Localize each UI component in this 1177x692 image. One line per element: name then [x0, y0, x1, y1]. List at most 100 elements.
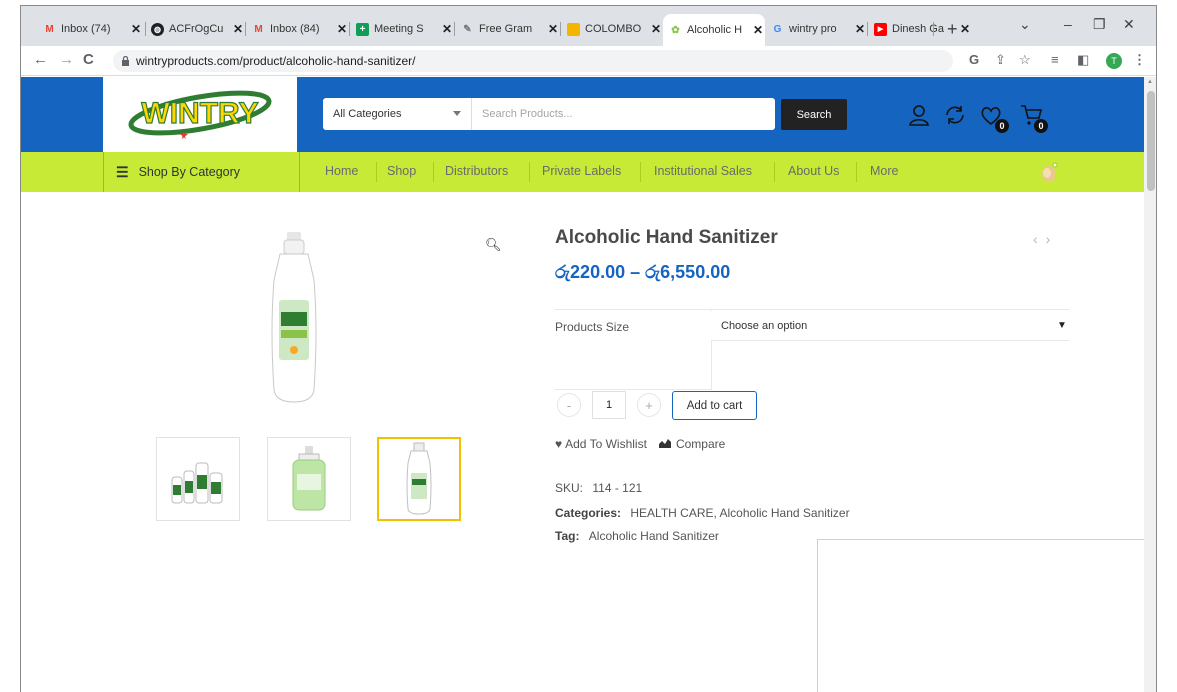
product-prev-next[interactable]: ‹›	[1033, 231, 1058, 247]
site-logo[interactable]: WINTRY	[103, 77, 297, 152]
close-icon[interactable]: ✕	[958, 22, 972, 36]
product-thumbnail-active[interactable]	[377, 437, 461, 521]
menu-icon[interactable]: ⋮	[1133, 52, 1146, 68]
site-header: WINTRY All Categories Search 0 0	[21, 77, 1144, 152]
youtube-icon: ▶	[874, 22, 887, 36]
compare-chart-icon	[658, 437, 671, 451]
hand-wash-icon	[1042, 162, 1058, 182]
pen-icon: ✎	[463, 23, 472, 35]
browser-tab[interactable]: M Inbox (84) ✕	[246, 18, 349, 40]
folder-icon	[567, 22, 580, 36]
svg-text:WINTRY: WINTRY	[141, 97, 258, 130]
nav-home[interactable]: Home	[325, 164, 358, 178]
nav-private-labels[interactable]: Private Labels	[542, 164, 621, 178]
quantity-decrease-button[interactable]: -	[557, 393, 581, 417]
browser-tab-active[interactable]: ✿ Alcoholic H ✕	[663, 14, 765, 46]
tab-strip: M Inbox (74) ✕ ◍ ACFrOgCu ✕ M Inbox (84)…	[21, 6, 1156, 46]
quantity-input[interactable]	[592, 391, 626, 419]
restore-button[interactable]: ❐	[1093, 16, 1106, 33]
browser-tab[interactable]: G wintry pro ✕	[765, 18, 867, 40]
gmail-icon: M	[45, 23, 54, 35]
gmail-icon: M	[254, 23, 263, 35]
page-viewport: WINTRY All Categories Search 0 0 ☰ Shop …	[21, 77, 1144, 692]
wishlist-count-badge: 0	[995, 119, 1009, 133]
close-icon[interactable]: ✕	[853, 22, 867, 36]
close-icon[interactable]: ✕	[440, 22, 454, 36]
product-title: Alcoholic Hand Sanitizer	[555, 227, 778, 248]
browser-toolbar: ← → C wintryproducts.com/product/alcohol…	[21, 46, 1156, 76]
globe-icon: ◍	[151, 22, 164, 36]
browser-tab[interactable]: COLOMBO ✕	[561, 18, 663, 40]
nav-shop[interactable]: Shop	[387, 164, 416, 178]
hamburger-icon: ☰	[116, 163, 129, 180]
scrollbar[interactable]: ▲	[1144, 77, 1156, 692]
browser-tab[interactable]: ✎ Free Gram ✕	[455, 18, 560, 40]
add-to-wishlist-link[interactable]: Add To Wishlist	[565, 437, 647, 451]
scrollbar-thumb[interactable]	[1147, 91, 1155, 191]
nav-institutional-sales[interactable]: Institutional Sales	[654, 164, 752, 178]
google-lens-icon[interactable]: G	[969, 52, 979, 67]
minimize-button[interactable]: –	[1064, 16, 1072, 32]
side-panel-icon[interactable]: ◧	[1077, 52, 1089, 68]
search-button[interactable]: Search	[781, 99, 847, 130]
product-thumbnail[interactable]	[156, 437, 240, 521]
url-text: wintryproducts.com/product/alcoholic-han…	[136, 54, 416, 68]
scroll-up-icon[interactable]: ▲	[1147, 79, 1153, 85]
close-icon[interactable]: ✕	[546, 22, 560, 36]
nav-more[interactable]: More	[870, 164, 898, 178]
reload-icon[interactable]: C	[83, 51, 94, 68]
chevron-down-icon	[453, 111, 461, 116]
product-thumbnail[interactable]	[267, 437, 351, 521]
close-icon[interactable]: ✕	[335, 22, 349, 36]
chat-widget-panel	[817, 539, 1144, 692]
sku-row: SKU: 114 - 121	[555, 481, 643, 495]
nav-about-us[interactable]: About Us	[788, 164, 839, 178]
address-bar[interactable]: wintryproducts.com/product/alcoholic-han…	[113, 50, 953, 72]
product-group-image	[171, 462, 223, 504]
products-size-select[interactable]: Choose an option	[711, 311, 1069, 341]
new-tab-button[interactable]: +	[947, 19, 958, 40]
browser-tab[interactable]: + Meeting S ✕	[350, 18, 454, 40]
product-price: රු220.00 – රු6,550.00	[555, 262, 731, 282]
variation-row: Products Size Choose an option ▼	[555, 309, 1069, 390]
search-input[interactable]	[471, 98, 775, 130]
browser-tab[interactable]: ◍ ACFrOgCu ✕	[145, 18, 245, 40]
browser-tab[interactable]: M Inbox (74) ✕	[37, 18, 143, 40]
sku-value: 114 - 121	[592, 481, 643, 495]
main-nav: ☰ Shop By Category Home Shop Distributor…	[21, 152, 1144, 192]
reading-list-icon[interactable]: ≡	[1051, 52, 1059, 67]
bookmark-star-icon[interactable]: ☆	[1019, 52, 1031, 68]
shop-by-category-button[interactable]: ☰ Shop By Category	[103, 152, 300, 192]
chevron-down-icon: ▼	[1057, 320, 1067, 331]
cart-count-badge: 0	[1034, 119, 1048, 133]
sheets-icon: +	[356, 22, 369, 36]
tag-link[interactable]: Alcoholic Hand Sanitizer	[589, 529, 719, 543]
forward-icon[interactable]: →	[59, 51, 74, 68]
product-main-image[interactable]	[254, 230, 334, 410]
close-icon[interactable]: ✕	[751, 23, 765, 37]
tab-search-icon[interactable]: ⌄	[1019, 16, 1031, 33]
categories-links[interactable]: HEALTH CARE, Alcoholic Hand Sanitizer	[630, 506, 849, 520]
wintry-icon: ✿	[671, 24, 680, 36]
close-icon[interactable]: ✕	[649, 22, 663, 36]
close-icon[interactable]: ✕	[231, 22, 245, 36]
variation-label: Products Size	[555, 320, 630, 334]
categories-row: Categories: HEALTH CARE, Alcoholic Hand …	[555, 506, 850, 520]
flip-bottle-image	[406, 442, 432, 515]
compare-link[interactable]: Compare	[676, 437, 725, 451]
user-icon[interactable]	[907, 103, 931, 127]
zoom-icon[interactable]: 🔍︎	[485, 237, 502, 253]
wishlist-compare-row: ♥ Add To Wishlist Compare	[555, 437, 725, 451]
profile-avatar[interactable]: T	[1106, 53, 1122, 69]
nav-distributors[interactable]: Distributors	[445, 164, 508, 178]
close-icon[interactable]: ✕	[129, 22, 143, 36]
category-select[interactable]: All Categories	[323, 98, 471, 130]
browser-window: M Inbox (74) ✕ ◍ ACFrOgCu ✕ M Inbox (84)…	[20, 5, 1157, 692]
google-icon: G	[773, 23, 782, 35]
back-icon[interactable]: ←	[33, 51, 48, 68]
quantity-increase-button[interactable]: +	[637, 393, 661, 417]
compare-refresh-icon[interactable]	[943, 103, 967, 127]
window-close-button[interactable]: ✕	[1123, 16, 1135, 33]
add-to-cart-button[interactable]: Add to cart	[672, 391, 757, 420]
share-icon[interactable]: ⇪	[995, 52, 1006, 68]
